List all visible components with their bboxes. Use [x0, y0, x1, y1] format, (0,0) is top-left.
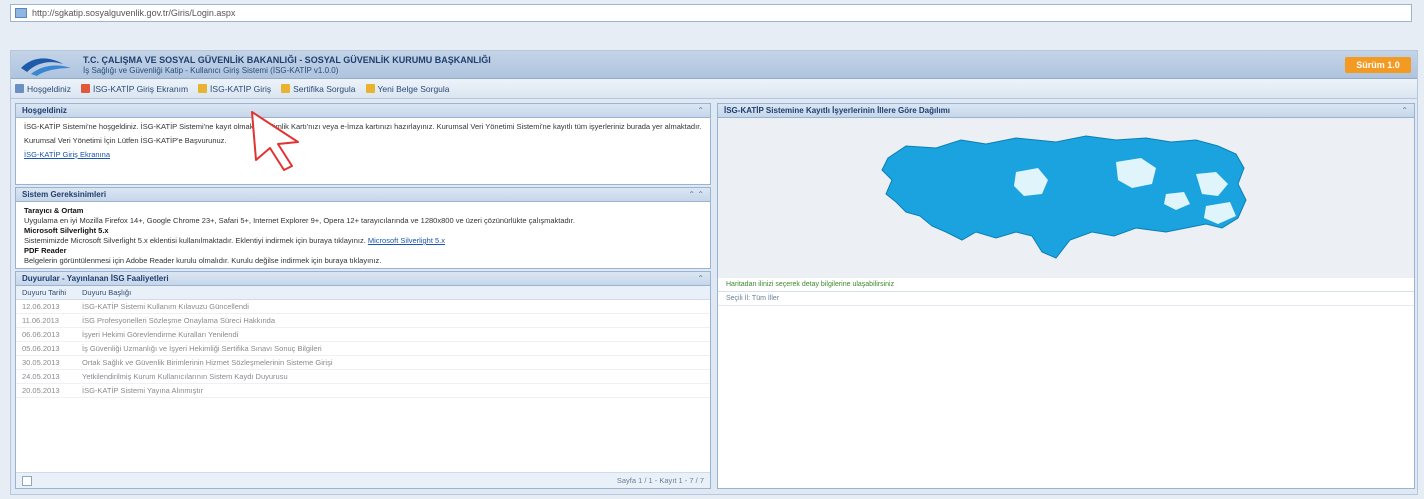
welcome-text: İSG-KATİP Sistemi'ne hoşgeldiniz. İSG-KA…: [24, 122, 702, 131]
document-icon: [80, 84, 90, 93]
table-row[interactable]: 24.05.2013 Yetkilendirilmiş Kurum Kullanı…: [16, 369, 710, 384]
map-selection-info: Seçili İl: Tüm İller: [718, 292, 1414, 306]
pagination-bar: Sayfa 1 / 1 - Kayıt 1 - 7 / 7: [16, 472, 710, 488]
turkey-map[interactable]: [866, 128, 1266, 268]
panel-tools-icon[interactable]: ⌃ ⌃: [688, 190, 704, 199]
toolbar-item-label: İSG-KATİP Giriş: [210, 83, 272, 94]
silverlight-link[interactable]: Microsoft Silverlight 5.x: [368, 236, 445, 245]
announcement-date: 20.05.2013: [16, 383, 76, 398]
toolbar-item-label: Yeni Belge Sorgula: [377, 83, 450, 94]
table-row[interactable]: 11.06.2013 İSG Profesyonelleri Sözleşme O…: [16, 313, 710, 328]
toolbar-item-label: İSG-KATİP Giriş Ekranım: [92, 83, 189, 94]
announcement-title: Yetkilendirilmiş Kurum Kullanıcılarının …: [76, 369, 710, 384]
header-title: T.C. ÇALIŞMA VE SOSYAL GÜVENLİK BAKANLIĞ…: [83, 54, 491, 65]
app-window: T.C. ÇALIŞMA VE SOSYAL GÜVENLİK BAKANLIĞ…: [10, 50, 1418, 495]
pagination-info: Sayfa 1 / 1 - Kayıt 1 - 7 / 7: [616, 476, 704, 485]
institution-logo-icon: [19, 54, 73, 76]
home-icon: [15, 84, 24, 93]
mouse-cursor-icon: [248, 108, 304, 174]
browser-address-bar[interactable]: http://sgkatip.sosyalguvenlik.gov.tr/Gir…: [10, 4, 1412, 22]
address-url: http://sgkatip.sosyalguvenlik.gov.tr/Gir…: [32, 8, 236, 18]
announcement-title: İSG-KATİP Sistemi Kullanım Kılavuzu Günc…: [76, 299, 710, 314]
main-toolbar: Hoşgeldiniz İSG-KATİP Giriş Ekranım İSG-KA…: [11, 79, 1417, 99]
collapse-icon[interactable]: ⌃: [697, 274, 704, 283]
column-header-date[interactable]: Duyuru Tarihi: [16, 286, 76, 300]
toolbar-item-4[interactable]: Yeni Belge Sorgula: [365, 83, 450, 94]
toolbar-item-label: Sertifika Sorgula: [293, 83, 356, 94]
welcome-panel: Hoşgeldiniz ⌃ İSG-KATİP Sistemi'ne hoşge…: [15, 103, 711, 185]
map-caption: Haritadan ilinizi seçerek detay bilgiler…: [718, 278, 1414, 292]
announcement-title: İşyeri Hekimi Görevlendirme Kuralları Ye…: [76, 327, 710, 342]
refresh-icon[interactable]: [22, 475, 32, 486]
announcement-title: İSG-KATİP Sistemi Yayına Alınmıştır: [76, 383, 710, 398]
toolbar-item-0[interactable]: Hoşgeldiniz: [15, 84, 71, 94]
search-icon: [365, 84, 375, 93]
announcement-title: İSG Profesyonelleri Sözleşme Onaylama Sü…: [76, 313, 710, 328]
announcement-date: 30.05.2013: [16, 355, 76, 370]
page-favicon-icon: [15, 8, 27, 18]
announcement-date: 12.06.2013: [16, 299, 76, 314]
table-row[interactable]: 05.06.2013 İş Güvenliği Uzmanlığı ve İşye…: [16, 341, 710, 356]
announcement-title: İş Güvenliği Uzmanlığı ve İşyeri Hekimli…: [76, 341, 710, 356]
welcome-panel-title: Hoşgeldiniz: [22, 106, 67, 115]
toolbar-item-1[interactable]: İSG-KATİP Giriş Ekranım: [80, 83, 189, 94]
requirement-heading-browser: Tarayıcı & Ortam: [24, 206, 84, 215]
collapse-icon[interactable]: ⌃: [1401, 106, 1408, 115]
requirement-text-browser: Uygulama en iyi Mozilla Firefox 14+, Goo…: [24, 216, 575, 225]
toolbar-item-2[interactable]: İSG-KATİP Giriş: [198, 84, 271, 94]
brand-badge: Sürüm 1.0: [1345, 57, 1411, 73]
toolbar-item-label: Hoşgeldiniz: [27, 83, 71, 94]
requirement-heading-silverlight: Microsoft Silverlight 5.x: [24, 226, 109, 235]
welcome-text-2: Kurumsal Veri Yönetimi İçin Lütfen İSG-K…: [24, 136, 227, 145]
folder-icon: [198, 84, 208, 93]
collapse-icon[interactable]: ⌃: [697, 106, 704, 115]
announcement-date: 11.06.2013: [16, 313, 76, 328]
map-area: [718, 118, 1414, 278]
key-icon: [281, 84, 291, 93]
header-subtitle: İş Sağlığı ve Güvenliği Katip - Kullanıc…: [83, 65, 339, 75]
announcements-panel: Duyurular - Yayınlanan İSG Faaliyetleri …: [15, 271, 711, 489]
requirements-panel: Sistem Gereksinimleri ⌃ ⌃ Tarayıcı & Ort…: [15, 187, 711, 269]
announcement-date: 06.06.2013: [16, 327, 76, 342]
requirements-panel-title: Sistem Gereksinimleri: [22, 190, 107, 199]
announcements-table: Duyuru Tarihi Duyuru Başlığı 12.06.2013 İ…: [16, 286, 710, 398]
toolbar-item-3[interactable]: Sertifika Sorgula: [281, 83, 356, 94]
requirement-heading-pdf: PDF Reader: [24, 246, 67, 255]
requirement-text-pdf: Belgelerin görüntülenmesi için Adobe Rea…: [24, 256, 382, 265]
site-header: T.C. ÇALIŞMA VE SOSYAL GÜVENLİK BAKANLIĞ…: [11, 51, 1417, 79]
map-panel-title: İSG-KATİP Sistemine Kayıtlı İşyerlerinin…: [724, 106, 950, 115]
column-header-title[interactable]: Duyuru Başlığı: [76, 286, 710, 300]
isg-katip-login-link[interactable]: İSG-KATİP Giriş Ekranına: [24, 150, 110, 159]
table-row[interactable]: 06.06.2013 İşyeri Hekimi Görevlendirme Ku…: [16, 327, 710, 342]
table-row[interactable]: 12.06.2013 İSG-KATİP Sistemi Kullanım Kıl…: [16, 299, 710, 314]
announcement-title: Ortak Sağlık ve Güvenlik Birimlerinin Hi…: [76, 355, 710, 370]
table-row[interactable]: 20.05.2013 İSG-KATİP Sistemi Yayına Alınm…: [16, 383, 710, 398]
map-panel: İSG-KATİP Sistemine Kayıtlı İşyerlerinin…: [717, 103, 1415, 489]
announcement-date: 05.06.2013: [16, 341, 76, 356]
announcement-date: 24.05.2013: [16, 369, 76, 384]
table-row[interactable]: 30.05.2013 Ortak Sağlık ve Güvenlik Birim…: [16, 355, 710, 370]
requirement-text-silverlight: Sistemimizde Microsoft Silverlight 5.x e…: [24, 236, 445, 245]
announcements-panel-title: Duyurular - Yayınlanan İSG Faaliyetleri: [22, 274, 169, 283]
map-region-main[interactable]: [881, 135, 1247, 259]
